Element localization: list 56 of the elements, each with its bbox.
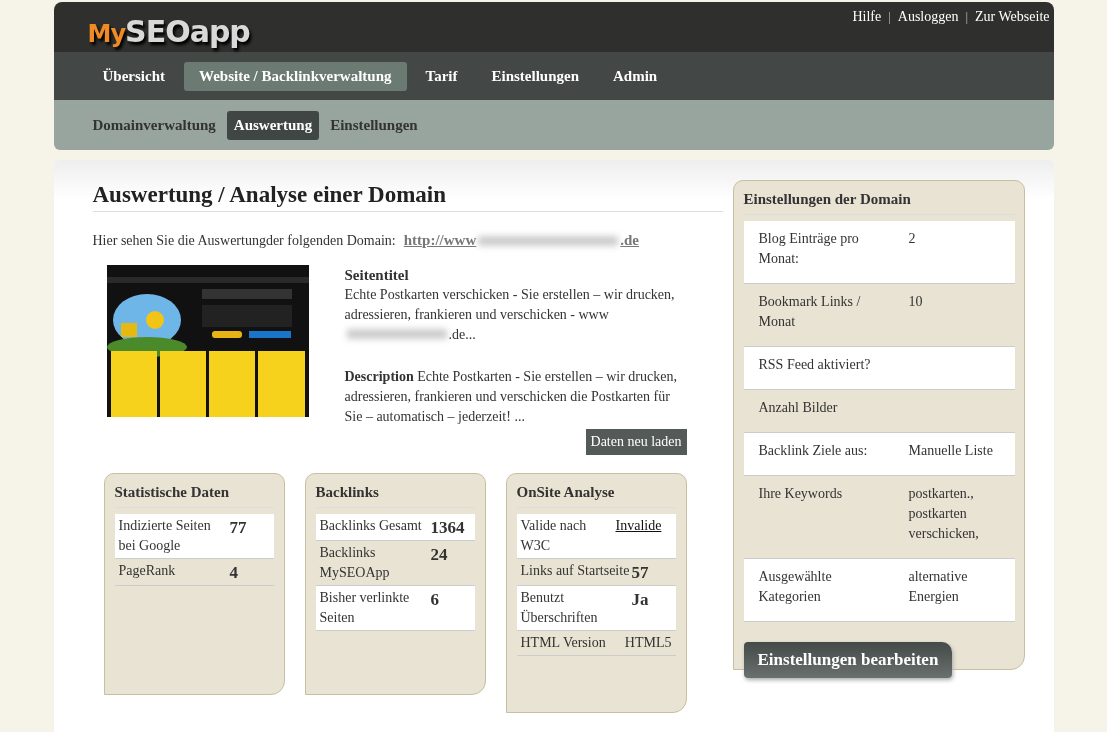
setting-label: Ausgewählte Kategorien (758, 568, 833, 606)
intro-text: Hier sehen Sie die Auswertungder folgenden Domain: (92, 232, 396, 249)
row-label: HTML Version (520, 634, 607, 652)
edit-settings-button[interactable]: Einstellungen bearbeiten (743, 642, 953, 678)
setting-value: Manuelle Liste (908, 442, 994, 460)
row-label: Bisher verlinkte Seiten (319, 589, 411, 627)
row-value: 1364 (430, 517, 466, 538)
subnav-tab[interactable]: Auswertung (226, 110, 320, 140)
row-label: Valide nach W3C (520, 517, 588, 555)
row-value: 57 (631, 562, 650, 583)
nav-tab[interactable]: Website / Backlinkverwaltung (184, 61, 407, 91)
header-link[interactable]: Ausloggen (897, 9, 959, 25)
row-value: HTML5 (624, 634, 672, 652)
row-value: 4 (229, 562, 239, 583)
row-label: Backlinks MySEOApp (319, 544, 391, 582)
section-heading: Seitentitel (344, 266, 410, 285)
row-value: Ja (631, 589, 650, 611)
card-title: Statistische Daten (114, 484, 274, 508)
separator: | (964, 9, 970, 25)
setting-label: Ihre Keywords (758, 485, 844, 503)
domain-link[interactable]: http://www .de (403, 232, 640, 249)
setting-label: Blog Einträge pro Monat: (758, 230, 860, 268)
setting-value: postkarten., postkarten verschicken, (908, 485, 980, 543)
reload-button[interactable]: Daten neu laden (585, 429, 687, 455)
nav-tab[interactable]: Einstellungen (476, 61, 594, 91)
card-title: Backlinks (315, 484, 475, 508)
nav-tab[interactable]: Admin (598, 61, 673, 91)
row-value: 6 (430, 589, 440, 611)
row-label: PageRank (118, 562, 177, 580)
separator: | (887, 9, 892, 25)
setting-label: Backlink Ziele aus: (758, 442, 869, 460)
row-label: Benutzt Überschriften (520, 589, 599, 627)
row-value: 77 (229, 517, 248, 539)
nav-tab[interactable]: Tarif (410, 61, 473, 91)
setting-label: RSS Feed aktiviert? (758, 356, 872, 374)
setting-label: Bookmark Links / Monat (758, 293, 862, 331)
description-text: Description Echte Postkarten - Sie erstellen – wir drucken, adressieren, frankieren und verschicken die Postkarten für Sie – automatisch – jederzeit! ... (344, 368, 678, 426)
nav-tab[interactable]: Übersicht (87, 61, 180, 91)
page-title-text: Echte Postkarten verschicken - Sie erstellen – wir drucken, adressieren, frankieren und verschicken - www .de... (344, 286, 676, 344)
panel-title: Einstellungen der Domain (743, 191, 1015, 215)
header-link[interactable]: Zur Webseite (975, 9, 1050, 25)
header-link[interactable]: Hilfe (852, 9, 882, 25)
row-value: 24 (430, 544, 449, 566)
value-link[interactable]: Invalide (615, 516, 672, 556)
setting-value: 2 (908, 230, 917, 248)
row-label: Links auf Startseite (520, 562, 631, 580)
setting-value: alternative Energien (908, 568, 969, 606)
setting-label: Anzahl Bilder (758, 399, 839, 417)
row-label: Backlinks Gesamt (319, 517, 423, 535)
subnav-tab[interactable]: Einstellungen (323, 110, 425, 140)
setting-value: 10 (908, 293, 924, 311)
page-title: Auswertung / Analyse einer Domain (92, 182, 723, 212)
card-title: OnSite Analyse (516, 484, 676, 508)
subnav-tab[interactable]: Domainverwaltung (85, 110, 223, 140)
logo[interactable]: MySEOapp (87, 14, 250, 49)
row-label: Indizierte Seiten bei Google (118, 517, 212, 555)
